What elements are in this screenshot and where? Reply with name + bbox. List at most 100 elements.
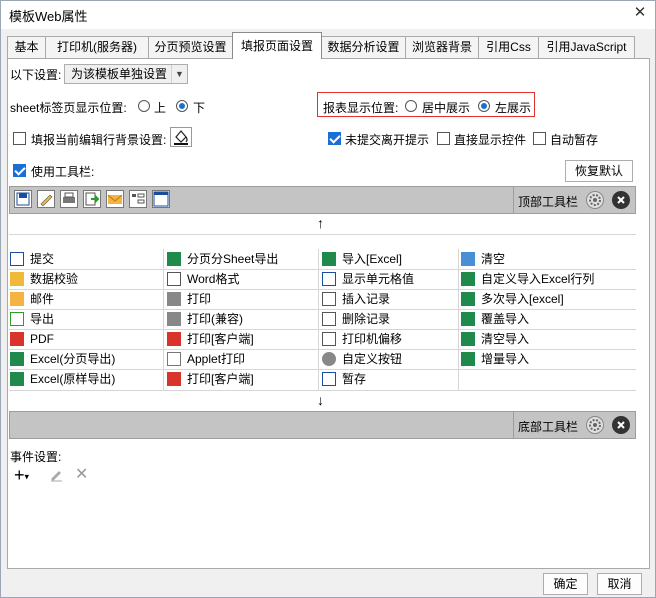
divider [9, 234, 636, 235]
printer-icon[interactable] [60, 190, 78, 208]
save-icon[interactable] [14, 190, 32, 208]
settings-scope-select[interactable]: 为该模板单独设置 ▼ [64, 64, 188, 84]
excel-icon [461, 312, 475, 326]
settings-scope-value: 为该模板单独设置 [71, 67, 168, 81]
fill-bg-checkbox[interactable] [13, 132, 26, 145]
excel-icon [461, 292, 475, 306]
eraser-icon [461, 252, 475, 266]
paint-bucket-icon[interactable] [170, 127, 192, 147]
bottom-toolbar-remove-icon[interactable] [612, 416, 630, 434]
sheet-pos-top-label: 上 [154, 101, 167, 115]
tab-printer-server[interactable]: 打印机(服务器) [45, 36, 149, 58]
autosave-label: 自动暂存 [550, 133, 599, 147]
item-label: 增量导入 [481, 352, 530, 366]
close-icon[interactable]: ✕ [631, 4, 649, 22]
tab-page-preview[interactable]: 分页预览设置 [148, 36, 233, 58]
sheet-pos-bottom-radio[interactable] [176, 100, 188, 112]
window-icon[interactable] [152, 190, 170, 208]
tab-data-analysis[interactable]: 数据分析设置 [321, 36, 406, 58]
item-label: 打印机偏移 [342, 332, 403, 346]
bottom-toolbar-gear-icon[interactable] [586, 416, 604, 434]
applet-icon [167, 352, 181, 366]
excel-icon [461, 352, 475, 366]
title-bar: 模板Web属性 ✕ [1, 1, 655, 29]
direct-control-checkbox[interactable] [437, 132, 450, 145]
chevron-down-icon: ▾ [24, 471, 30, 482]
item-label: 自定义按钮 [342, 352, 403, 366]
tab-css[interactable]: 引用Css [478, 36, 539, 58]
excel-icon [167, 252, 181, 266]
tab-basic[interactable]: 基本 [7, 36, 46, 58]
item-label: 显示单元格值 [342, 272, 415, 286]
insert-row-icon [322, 292, 336, 306]
autosave-checkbox[interactable] [533, 132, 546, 145]
item-label: Word格式 [187, 272, 240, 286]
report-pos-left-label: 左展示 [495, 101, 532, 115]
grid-row-divider [9, 329, 636, 330]
restore-default-button[interactable]: 恢复默认 [565, 160, 633, 182]
item-label: 邮件 [30, 292, 55, 306]
toolbar-divider [513, 187, 514, 213]
report-pos-left-radio[interactable] [478, 100, 490, 112]
ok-button[interactable]: 确定 [543, 573, 588, 595]
pencil-icon [10, 272, 24, 286]
excel-icon [461, 332, 475, 346]
item-label: 打印[客户端] [187, 372, 254, 386]
item-label: 暂存 [342, 372, 367, 386]
gear-icon [322, 352, 336, 366]
bottom-toolbar-strip: 底部工具栏 [9, 411, 636, 439]
excel-icon [461, 272, 475, 286]
top-toolbar-remove-icon[interactable] [612, 191, 630, 209]
item-label: 覆盖导入 [481, 312, 530, 326]
printer-icon [167, 292, 181, 306]
export-icon[interactable] [83, 190, 101, 208]
window-icon [322, 272, 336, 286]
chevron-down-icon: ▼ [171, 65, 187, 83]
export-icon [10, 312, 24, 326]
move-down-arrow-icon[interactable]: ↓ [317, 392, 324, 408]
grid-row-divider [9, 390, 636, 391]
use-toolbar-checkbox[interactable] [13, 164, 26, 177]
item-label: Excel(分页导出) [30, 352, 116, 366]
sheet-pos-bottom-label: 下 [193, 101, 206, 115]
unsubmit-leave-checkbox[interactable] [328, 132, 341, 145]
tab-browser-bg[interactable]: 浏览器背景 [405, 36, 479, 58]
report-pos-center-radio[interactable] [405, 100, 417, 112]
event-settings-label: 事件设置: [10, 450, 62, 464]
pdf-icon [10, 332, 24, 346]
insert-row-icon[interactable] [129, 190, 147, 208]
save-clock-icon [322, 372, 336, 386]
item-label: 多次导入[excel] [481, 292, 564, 306]
report-pos-center-label: 居中展示 [422, 101, 471, 115]
cancel-button[interactable]: 取消 [597, 573, 642, 595]
tab-javascript[interactable]: 引用JavaScript [538, 36, 635, 58]
item-label: 清空 [481, 252, 506, 266]
tab-fill-page[interactable]: 填报页面设置 [232, 32, 322, 59]
item-label: 数据校验 [30, 272, 79, 286]
item-label: 打印(兼容) [187, 312, 243, 326]
item-label: 提交 [30, 252, 55, 266]
item-label: PDF [30, 332, 54, 346]
edit-pencil-icon[interactable] [48, 466, 66, 484]
item-label: 清空导入 [481, 332, 530, 346]
item-label: 打印[客户端] [187, 332, 254, 346]
word-icon [167, 272, 181, 286]
add-icon[interactable]: +▾ [14, 464, 29, 487]
move-up-arrow-icon[interactable]: ↑ [317, 215, 324, 231]
item-label: 插入记录 [342, 292, 391, 306]
item-label: 打印 [187, 292, 212, 306]
report-position-label: 报表显示位置: [323, 101, 399, 115]
item-label: 导入[Excel] [342, 252, 403, 266]
grid-row-divider [9, 309, 636, 310]
email-icon[interactable] [106, 190, 124, 208]
direct-control-label: 直接显示控件 [454, 133, 527, 147]
delete-x-icon[interactable]: ✕ [75, 464, 88, 484]
excel-icon [322, 252, 336, 266]
save-icon [10, 252, 24, 266]
use-toolbar-label: 使用工具栏: [31, 165, 95, 179]
delete-row-icon [322, 312, 336, 326]
sheet-pos-top-radio[interactable] [138, 100, 150, 112]
top-toolbar-gear-icon[interactable] [586, 191, 604, 209]
pencil-icon[interactable] [37, 190, 55, 208]
top-toolbar-label: 顶部工具栏 [518, 195, 579, 209]
